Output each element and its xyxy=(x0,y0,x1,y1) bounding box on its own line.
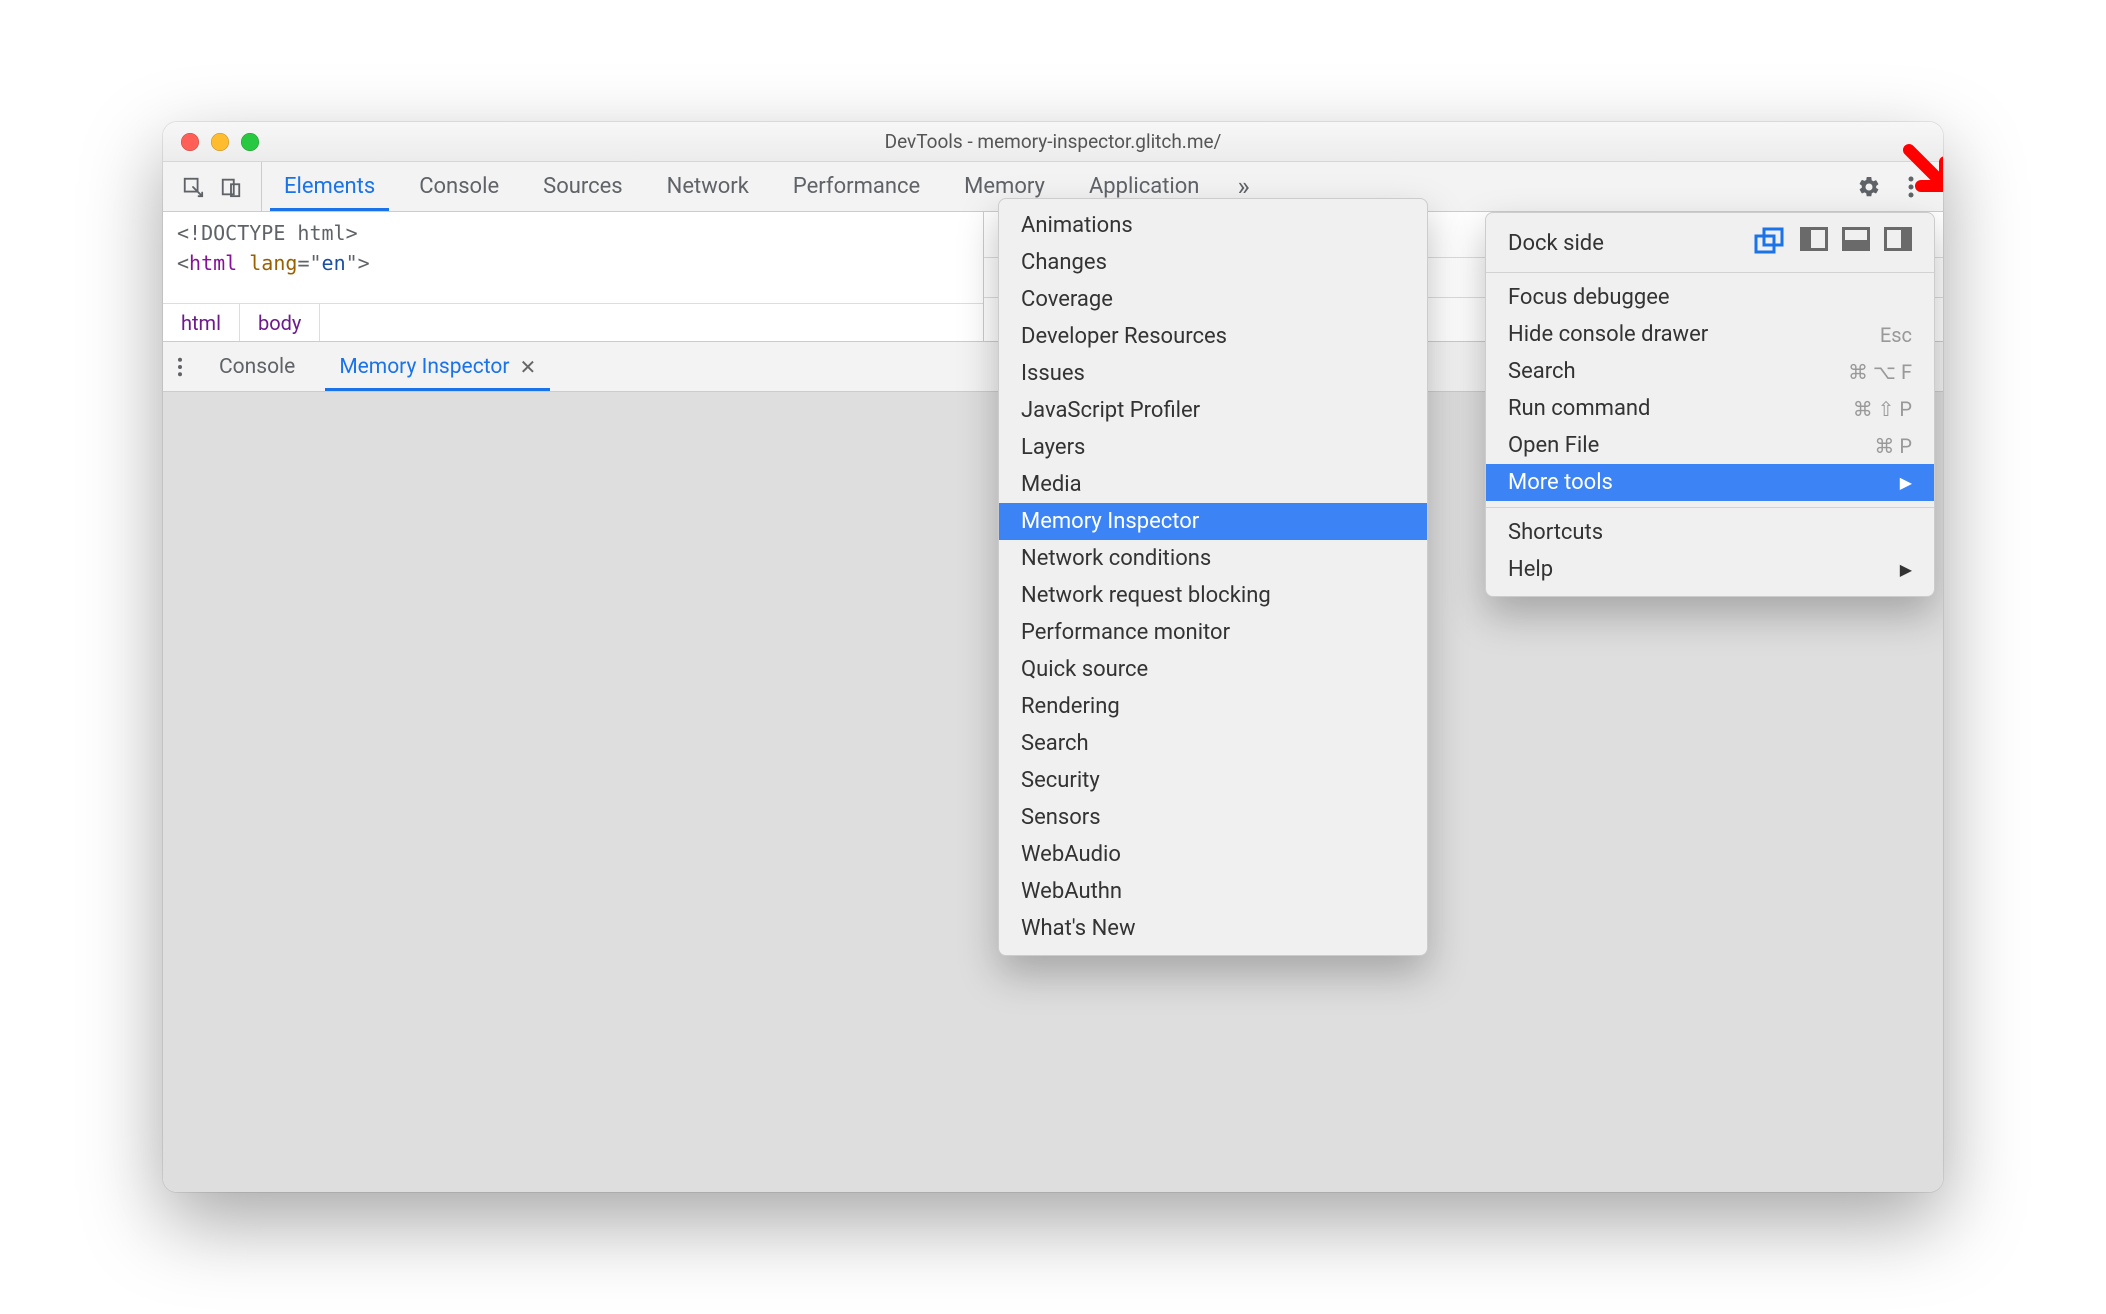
menu-shortcut: ⌘ ⇧ P xyxy=(1825,397,1912,421)
close-icon[interactable]: ✕ xyxy=(519,355,536,379)
dock-side-row: Dock side xyxy=(1486,221,1934,266)
submenu-arrow-icon: ▶ xyxy=(1900,560,1912,579)
tab-elements[interactable]: Elements xyxy=(262,162,397,211)
more-options-kebab-icon[interactable] xyxy=(1897,173,1925,201)
tab-network[interactable]: Network xyxy=(645,162,771,211)
more-tools-item-webauthn[interactable]: WebAuthn xyxy=(999,873,1427,910)
menu-shortcut: ⌘ P xyxy=(1846,434,1912,458)
breadcrumb-html[interactable]: html xyxy=(163,304,240,341)
device-toggle-icon[interactable] xyxy=(219,175,243,199)
more-tools-item-media[interactable]: Media xyxy=(999,466,1427,503)
dom-code: <!DOCTYPE html> <html lang="en"> xyxy=(163,212,983,303)
tab-sources[interactable]: Sources xyxy=(521,162,645,211)
more-tools-item-what-s-new[interactable]: What's New xyxy=(999,910,1427,947)
menu-item-label: Help xyxy=(1508,557,1553,582)
devtools-window: DevTools - memory-inspector.glitch.me/ E… xyxy=(163,122,1943,1192)
window-title: DevTools - memory-inspector.glitch.me/ xyxy=(163,130,1943,153)
more-tools-item-performance-monitor[interactable]: Performance monitor xyxy=(999,614,1427,651)
more-tools-item-security[interactable]: Security xyxy=(999,762,1427,799)
menu-shortcut: ⌘ ⌥ F xyxy=(1820,360,1912,384)
menu-item-more-tools[interactable]: More tools ▶ xyxy=(1486,464,1934,501)
menu-item-shortcuts[interactable]: Shortcuts xyxy=(1486,514,1934,551)
code-line-1: <!DOCTYPE html> xyxy=(177,218,969,248)
more-tools-item-network-request-blocking[interactable]: Network request blocking xyxy=(999,577,1427,614)
dock-left-icon[interactable] xyxy=(1800,227,1828,251)
drawer-tab-label: Console xyxy=(219,355,295,379)
more-tools-item-memory-inspector[interactable]: Memory Inspector xyxy=(999,503,1427,540)
dock-right-icon[interactable] xyxy=(1884,227,1912,251)
menu-item-open-file[interactable]: Open File ⌘ P xyxy=(1486,427,1934,464)
more-tools-item-sensors[interactable]: Sensors xyxy=(999,799,1427,836)
menu-item-focus-debuggee[interactable]: Focus debuggee xyxy=(1486,279,1934,316)
window-close-button[interactable] xyxy=(181,133,199,151)
toolbar-left-icons xyxy=(163,162,262,211)
more-tools-item-network-conditions[interactable]: Network conditions xyxy=(999,540,1427,577)
drawer-tab-console[interactable]: Console xyxy=(197,342,317,391)
menu-item-label: More tools xyxy=(1508,470,1613,495)
more-tools-item-rendering[interactable]: Rendering xyxy=(999,688,1427,725)
dock-bottom-icon[interactable] xyxy=(1842,227,1870,251)
menu-item-label: Focus debuggee xyxy=(1508,285,1670,310)
menu-separator xyxy=(1486,507,1934,508)
more-tools-item-webaudio[interactable]: WebAudio xyxy=(999,836,1427,873)
more-tools-item-quick-source[interactable]: Quick source xyxy=(999,651,1427,688)
menu-separator xyxy=(1486,272,1934,273)
dom-tree-pane[interactable]: <!DOCTYPE html> <html lang="en"> htmlbod… xyxy=(163,212,983,341)
submenu-arrow-icon: ▶ xyxy=(1900,473,1912,492)
menu-item-help[interactable]: Help ▶ xyxy=(1486,551,1934,588)
window-traffic-lights xyxy=(163,133,259,151)
more-tools-item-coverage[interactable]: Coverage xyxy=(999,281,1427,318)
inspect-element-icon[interactable] xyxy=(181,175,205,199)
more-tools-item-search[interactable]: Search xyxy=(999,725,1427,762)
menu-item-label: Search xyxy=(1508,359,1576,384)
window-maximize-button[interactable] xyxy=(241,133,259,151)
dock-side-options xyxy=(1754,227,1912,260)
more-tools-item-javascript-profiler[interactable]: JavaScript Profiler xyxy=(999,392,1427,429)
code-line-2: <html lang="en"> xyxy=(177,248,969,278)
menu-item-label: Shortcuts xyxy=(1508,520,1603,545)
menu-shortcut: Esc xyxy=(1852,323,1912,347)
tab-performance[interactable]: Performance xyxy=(771,162,942,211)
menu-item-label: Hide console drawer xyxy=(1508,322,1708,347)
dock-side-label: Dock side xyxy=(1508,231,1604,256)
more-tools-item-animations[interactable]: Animations xyxy=(999,207,1427,244)
drawer-more-icon[interactable] xyxy=(163,342,197,391)
more-tools-submenu: AnimationsChangesCoverageDeveloper Resou… xyxy=(998,198,1428,956)
more-tools-item-issues[interactable]: Issues xyxy=(999,355,1427,392)
more-tools-item-developer-resources[interactable]: Developer Resources xyxy=(999,318,1427,355)
settings-gear-icon[interactable] xyxy=(1855,173,1883,201)
menu-item-label: Run command xyxy=(1508,396,1650,421)
drawer-tab-memory-inspector[interactable]: Memory Inspector ✕ xyxy=(317,342,558,391)
more-tools-item-changes[interactable]: Changes xyxy=(999,244,1427,281)
more-tools-item-layers[interactable]: Layers xyxy=(999,429,1427,466)
toolbar-right xyxy=(1837,162,1943,211)
dom-breadcrumb: htmlbody xyxy=(163,303,983,341)
breadcrumb-body[interactable]: body xyxy=(240,304,320,341)
dock-undock-icon[interactable] xyxy=(1754,227,1786,260)
menu-item-hide-console-drawer[interactable]: Hide console drawer Esc xyxy=(1486,316,1934,353)
window-minimize-button[interactable] xyxy=(211,133,229,151)
tab-console[interactable]: Console xyxy=(397,162,521,211)
window-titlebar: DevTools - memory-inspector.glitch.me/ xyxy=(163,122,1943,162)
main-options-menu: Dock side Focus debuggee Hide console dra… xyxy=(1485,212,1935,597)
menu-item-label: Open File xyxy=(1508,433,1599,458)
menu-item-run-command[interactable]: Run command ⌘ ⇧ P xyxy=(1486,390,1934,427)
drawer-tab-label: Memory Inspector xyxy=(339,355,509,379)
menu-item-search[interactable]: Search ⌘ ⌥ F xyxy=(1486,353,1934,390)
